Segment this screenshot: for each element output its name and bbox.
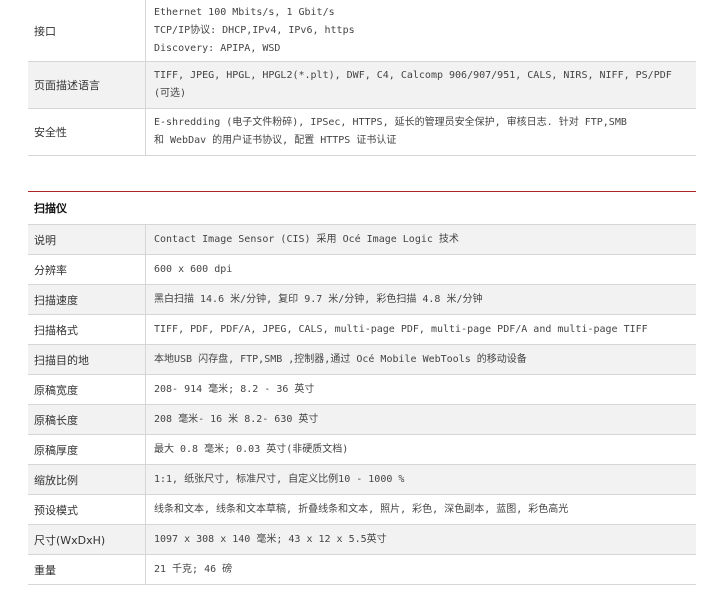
spec-value: 208- 914 毫米; 8.2 - 36 英寸 [146,375,696,404]
spec-row: 尺寸(WxDxH) 1097 x 308 x 140 毫米; 43 x 12 x… [28,525,696,555]
spec-value: 最大 0.8 毫米; 0.03 英寸(非硬质文档) [146,435,696,464]
spec-row: 分辨率 600 x 600 dpi [28,255,696,285]
spec-value-line: (可选) [154,88,187,99]
spec-key: 扫描目的地 [28,345,146,374]
spec-value-line: 线条和文本, 线条和文本草稿, 折叠线条和文本, 照片, 彩色, 深色副本, 蓝… [154,503,569,515]
spec-value-line: 1:1, 纸张尺寸, 标准尺寸, 自定义比例10 - 1000 % [154,473,405,485]
spec-row: 原稿宽度 208- 914 毫米; 8.2 - 36 英寸 [28,375,696,405]
spec-key: 原稿宽度 [28,375,146,404]
spec-row: 原稿长度 208 毫米- 16 米 8.2- 630 英寸 [28,405,696,435]
spec-value-line: 21 千克; 46 磅 [154,563,233,575]
spec-value: 600 x 600 dpi [146,255,696,284]
spec-value-line: TIFF, JPEG, HPGL, HPGL2(*.plt), DWF, C4,… [154,70,672,81]
spec-value: 线条和文本, 线条和文本草稿, 折叠线条和文本, 照片, 彩色, 深色副本, 蓝… [146,495,696,524]
section-title-scanner: 扫描仪 [34,202,67,215]
spec-value: TIFF, JPEG, HPGL, HPGL2(*.plt), DWF, C4,… [146,62,696,108]
spec-value-line: 208 毫米- 16 米 8.2- 630 英寸 [154,413,319,425]
spec-value: 208 毫米- 16 米 8.2- 630 英寸 [146,405,696,434]
spec-value-line: TIFF, PDF, PDF/A, JPEG, CALS, multi-page… [154,323,648,335]
spec-value-line: 和 WebDav 的用户证书协议, 配置 HTTPS 证书认证 [154,135,397,146]
spec-table-general: 接口 Ethernet 100 Mbits/s, 1 Gbit/s TCP/IP… [28,0,696,156]
spec-row: 缩放比例 1:1, 纸张尺寸, 标准尺寸, 自定义比例10 - 1000 % [28,465,696,495]
spec-key: 页面描述语言 [28,62,146,108]
spec-value: E-shredding (电子文件粉碎), IPSec, HTTPS, 延长的管… [146,109,696,155]
spec-value-line: 本地USB 闪存盘, FTP,SMB ,控制器,通过 Océ Mobile We… [154,353,527,365]
spec-value-line: 最大 0.8 毫米; 0.03 英寸(非硬质文档) [154,443,349,455]
spec-key: 缩放比例 [28,465,146,494]
spec-value: 1097 x 308 x 140 毫米; 43 x 12 x 5.5英寸 [146,525,696,554]
spec-row: 预设模式 线条和文本, 线条和文本草稿, 折叠线条和文本, 照片, 彩色, 深色… [28,495,696,525]
spec-table-scanner: 说明 Contact Image Sensor (CIS) 采用 Océ Ima… [28,224,696,585]
spec-row: 扫描速度 黑白扫描 14.6 米/分钟, 复印 9.7 米/分钟, 彩色扫描 4… [28,285,696,315]
spec-key: 原稿厚度 [28,435,146,464]
spec-key: 安全性 [28,109,146,155]
spec-row: 扫描格式 TIFF, PDF, PDF/A, JPEG, CALS, multi… [28,315,696,345]
spec-row: 说明 Contact Image Sensor (CIS) 采用 Océ Ima… [28,225,696,255]
spec-value: 黑白扫描 14.6 米/分钟, 复印 9.7 米/分钟, 彩色扫描 4.8 米/… [146,285,696,314]
spec-row-interface: 接口 Ethernet 100 Mbits/s, 1 Gbit/s TCP/IP… [28,0,696,62]
spec-key: 扫描速度 [28,285,146,314]
spec-row-security: 安全性 E-shredding (电子文件粉碎), IPSec, HTTPS, … [28,109,696,156]
spec-value-line: 黑白扫描 14.6 米/分钟, 复印 9.7 米/分钟, 彩色扫描 4.8 米/… [154,293,483,305]
spec-value-line: TCP/IP协议: DHCP,IPv4, IPv6, https [154,24,355,36]
spec-row: 重量 21 千克; 46 磅 [28,555,696,585]
spec-value-line: Ethernet 100 Mbits/s, 1 Gbit/s [154,6,335,18]
spec-key: 接口 [28,0,146,61]
spec-value: 本地USB 闪存盘, FTP,SMB ,控制器,通过 Océ Mobile We… [146,345,696,374]
spec-key: 预设模式 [28,495,146,524]
spec-key: 重量 [28,555,146,584]
spec-value-line: 1097 x 308 x 140 毫米; 43 x 12 x 5.5英寸 [154,533,387,545]
spec-value: TIFF, PDF, PDF/A, JPEG, CALS, multi-page… [146,315,696,344]
spec-key: 扫描格式 [28,315,146,344]
spec-value: 21 千克; 46 磅 [146,555,696,584]
section-divider [28,191,696,192]
spec-row: 原稿厚度 最大 0.8 毫米; 0.03 英寸(非硬质文档) [28,435,696,465]
spec-value-line: E-shredding (电子文件粉碎), IPSec, HTTPS, 延长的管… [154,117,627,128]
spec-value: Ethernet 100 Mbits/s, 1 Gbit/s TCP/IP协议:… [146,0,696,61]
spec-value-line: Contact Image Sensor (CIS) 采用 Océ Image … [154,233,459,245]
spec-key: 尺寸(WxDxH) [28,525,146,554]
spec-key: 原稿长度 [28,405,146,434]
spec-row: 扫描目的地 本地USB 闪存盘, FTP,SMB ,控制器,通过 Océ Mob… [28,345,696,375]
spec-value-line: 600 x 600 dpi [154,263,233,275]
spec-value-line: Discovery: APIPA, WSD [154,42,281,54]
spec-key: 分辨率 [28,255,146,284]
spec-value: 1:1, 纸张尺寸, 标准尺寸, 自定义比例10 - 1000 % [146,465,696,494]
spec-value-line: 208- 914 毫米; 8.2 - 36 英寸 [154,383,315,395]
spec-key: 说明 [28,225,146,254]
spec-row-pdl: 页面描述语言 TIFF, JPEG, HPGL, HPGL2(*.plt), D… [28,62,696,109]
spec-value: Contact Image Sensor (CIS) 采用 Océ Image … [146,225,696,254]
